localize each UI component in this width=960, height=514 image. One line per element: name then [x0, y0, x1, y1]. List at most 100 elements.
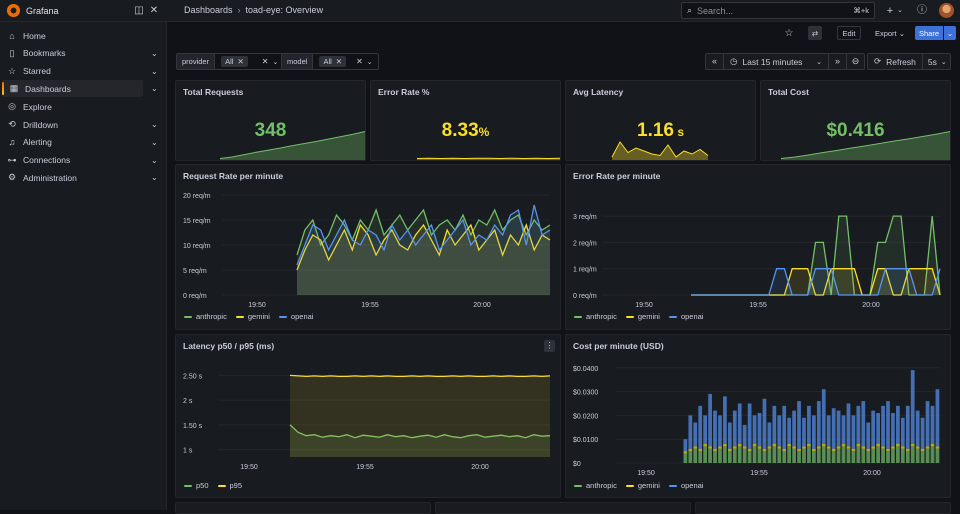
variable-provider[interactable]: provider All✕ ✕ ⌄: [176, 53, 284, 70]
bar: [881, 406, 885, 446]
legend-item[interactable]: openai: [669, 481, 704, 490]
chevron-down-icon[interactable]: ⌄: [151, 67, 158, 76]
edit-button[interactable]: Edit: [837, 26, 861, 40]
avatar[interactable]: [939, 3, 954, 18]
bar: [698, 451, 702, 463]
bar: [763, 399, 767, 449]
sidebar-item-home[interactable]: ⌂Home: [0, 27, 167, 44]
search-placeholder: Search...: [697, 6, 848, 16]
time-picker[interactable]: ◷ Last 15 minutes ⌄: [724, 56, 828, 67]
bar: [723, 446, 727, 463]
chart-legend: p50 p95: [184, 481, 242, 490]
bar: [852, 449, 856, 451]
star-icon[interactable]: ☆: [782, 26, 796, 40]
cost-chart: $0$0.0100$0.0200$0.0300$0.040019:5019:55…: [566, 335, 952, 499]
link-icon[interactable]: ⇄: [808, 26, 822, 40]
panel-cost[interactable]: Cost per minute (USD) $0$0.0100$0.0200$0…: [565, 334, 951, 498]
panel-latency[interactable]: Latency p50 / p95 (ms) ⋮ 1 s1.50 s2 s2.5…: [175, 334, 561, 498]
close-menu-icon[interactable]: ✕: [147, 4, 161, 18]
share-button[interactable]: Share: [915, 26, 943, 40]
legend-label: anthropic: [586, 312, 617, 321]
bar: [906, 451, 910, 463]
legend-item[interactable]: p95: [218, 481, 243, 490]
sidebar-item-alerting[interactable]: ♫Alerting⌄: [0, 134, 167, 151]
bar: [901, 446, 905, 448]
bar: [931, 446, 935, 463]
bar: [827, 415, 831, 446]
sidebar-item-connections[interactable]: ⊶Connections⌄: [0, 152, 167, 169]
refresh-button[interactable]: ⟳ Refresh: [868, 54, 923, 69]
x-tick-label: 20:00: [473, 302, 491, 309]
bar: [684, 451, 688, 453]
sidebar-item-bookmarks[interactable]: ▯Bookmarks⌄: [0, 45, 167, 62]
error-rate-chart: 0 req/m1 req/m2 req/m3 req/m19:5019:5520…: [566, 165, 952, 331]
stat-panel[interactable]: Avg Latency1.16 s: [565, 80, 756, 161]
stat-panel[interactable]: Error Rate %8.33%: [370, 80, 561, 161]
bar: [832, 451, 836, 463]
sidebar-item-dashboards[interactable]: ▦Dashboards⌄: [2, 80, 143, 97]
drilldown-icon: ⟲: [7, 119, 17, 130]
breadcrumb-dashboards[interactable]: Dashboards: [184, 5, 233, 15]
dock-menu-icon[interactable]: ◫: [132, 4, 146, 18]
sidebar-item-drilldown[interactable]: ⟲Drilldown⌄: [0, 116, 167, 133]
chevron-down-icon[interactable]: ⌄: [151, 173, 158, 182]
y-tick-label: 2 req/m: [573, 240, 597, 247]
variable-model[interactable]: model All✕ ✕ ⌄: [281, 53, 379, 70]
clear-icon[interactable]: ✕: [262, 57, 269, 66]
chevron-down-icon[interactable]: ⌄: [367, 58, 373, 66]
search-input[interactable]: ⌕ Search... ⌘+k: [681, 2, 875, 19]
stat-panel[interactable]: Total Requests348: [175, 80, 366, 161]
clear-icon[interactable]: ✕: [356, 57, 363, 66]
legend-item[interactable]: openai: [669, 312, 704, 321]
stat-number: 348: [255, 120, 287, 141]
chevron-down-icon[interactable]: ⌄: [151, 84, 158, 93]
export-label: Export: [875, 29, 897, 38]
bar: [728, 451, 732, 463]
bar: [753, 415, 757, 444]
chip-remove-icon[interactable]: ✕: [336, 57, 342, 66]
y-tick-label: 10 req/m: [183, 243, 211, 250]
legend-item[interactable]: p50: [184, 481, 209, 490]
stat-panel[interactable]: Total Cost$0.416: [760, 80, 951, 161]
sidebar-item-label: Home: [23, 31, 46, 41]
help-icon[interactable]: ⓘ: [915, 4, 929, 18]
chevron-down-icon[interactable]: ⌄: [151, 138, 158, 147]
time-forward-icon[interactable]: »: [828, 54, 846, 69]
grafana-home-link[interactable]: Grafana: [7, 4, 59, 17]
chevron-down-icon[interactable]: ⌄: [151, 49, 158, 58]
export-button[interactable]: Export ⌄: [869, 26, 911, 40]
bar: [856, 446, 860, 463]
chip-remove-icon[interactable]: ✕: [237, 57, 243, 66]
refresh-interval[interactable]: 5s ⌄: [923, 57, 952, 67]
bar: [876, 446, 880, 463]
chevron-down-icon[interactable]: ⌄: [151, 156, 158, 165]
legend-item[interactable]: anthropic: [574, 481, 617, 490]
sidebar-item-starred[interactable]: ☆Starred⌄: [0, 63, 167, 80]
variable-chip[interactable]: All✕: [221, 56, 248, 67]
bar: [911, 444, 915, 446]
legend-item[interactable]: gemini: [626, 481, 660, 490]
panel-request-rate[interactable]: Request Rate per minute 0 req/m5 req/m10…: [175, 164, 561, 330]
bar: [847, 449, 851, 463]
legend-item[interactable]: gemini: [626, 312, 660, 321]
bar: [837, 411, 841, 447]
legend-item[interactable]: anthropic: [574, 312, 617, 321]
bar: [713, 449, 717, 451]
sidebar-item-explore[interactable]: ◎Explore: [0, 98, 167, 115]
chevron-down-icon[interactable]: ⌄: [893, 4, 907, 18]
panel-error-rate[interactable]: Error Rate per minute 0 req/m1 req/m2 re…: [565, 164, 951, 330]
variable-chip[interactable]: All✕: [319, 56, 346, 67]
legend-item[interactable]: gemini: [236, 312, 270, 321]
bar: [916, 411, 920, 447]
legend-item[interactable]: anthropic: [184, 312, 227, 321]
time-back-icon[interactable]: «: [706, 54, 724, 69]
bar: [743, 446, 747, 448]
chevron-down-icon[interactable]: ⌄: [272, 58, 278, 66]
sidebar-item-administration[interactable]: ⚙Administration⌄: [0, 169, 167, 186]
panel-partial: [435, 502, 691, 514]
y-tick-label: 20 req/m: [183, 193, 211, 200]
chevron-down-icon[interactable]: ⌄: [151, 120, 158, 129]
share-menu-chevron-icon[interactable]: ⌄: [944, 26, 956, 40]
zoom-out-icon[interactable]: ⊖: [846, 54, 864, 69]
legend-item[interactable]: openai: [279, 312, 314, 321]
